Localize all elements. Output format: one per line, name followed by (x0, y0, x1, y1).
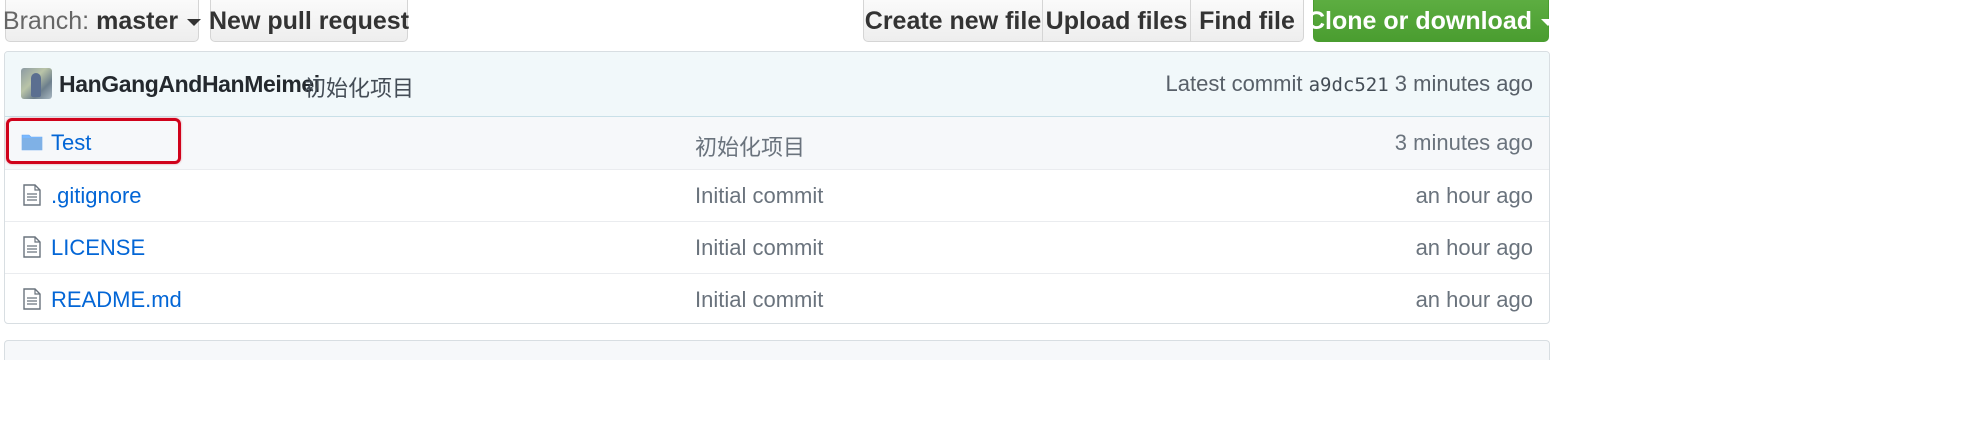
file-commit-message-link[interactable]: Initial commit (695, 235, 823, 261)
branch-select-button[interactable]: Branch: master (2, 0, 202, 42)
file-commit-age: an hour ago (1415, 235, 1533, 260)
file-commit-message-link[interactable]: 初始化项目 (695, 130, 805, 162)
chevron-down-icon (187, 19, 202, 26)
clone-or-download-label: Clone or download (1307, 6, 1532, 35)
file-row-readme[interactable]: README.md Initial commit an hour ago (5, 273, 1549, 323)
find-file-button[interactable]: Find file (1190, 0, 1304, 42)
file-text-icon (23, 288, 41, 310)
upload-files-label: Upload files (1045, 6, 1188, 35)
create-new-file-label: Create new file (864, 6, 1042, 35)
avatar[interactable] (21, 68, 52, 99)
file-navigation-table: HanGangAndHanMeimei 初始化项目 Latest commit … (4, 51, 1550, 324)
branch-name: master (96, 6, 179, 35)
repo-toolbar: Branch: master New pull request Create n… (0, 0, 1986, 44)
avatar-figure (31, 73, 41, 97)
latest-commit-label: Latest commit (1165, 71, 1303, 96)
upload-files-button[interactable]: Upload files (1042, 0, 1191, 42)
file-name-link[interactable]: LICENSE (51, 235, 145, 261)
file-name-link[interactable]: README.md (51, 287, 182, 313)
find-file-label: Find file (1199, 6, 1295, 35)
file-commit-age: 3 minutes ago (1394, 130, 1533, 155)
chevron-down-icon (1541, 19, 1555, 26)
readme-panel-edge (4, 340, 1550, 360)
file-row-test[interactable]: Test 初始化项目 3 minutes ago (5, 117, 1549, 169)
new-pull-request-button[interactable]: New pull request (208, 0, 410, 42)
clone-or-download-button[interactable]: Clone or download (1307, 0, 1555, 42)
commit-sha-link[interactable]: a9dc521 (1309, 74, 1389, 96)
branch-prefix-label: Branch: (2, 6, 90, 35)
highlight-annotation-box (6, 118, 181, 164)
new-pull-request-label: New pull request (208, 6, 410, 35)
file-text-icon (23, 184, 41, 206)
file-commit-message-link[interactable]: Initial commit (695, 287, 823, 313)
file-row-gitignore[interactable]: .gitignore Initial commit an hour ago (5, 169, 1549, 221)
file-row-license[interactable]: LICENSE Initial commit an hour ago (5, 221, 1549, 273)
latest-commit-bar: HanGangAndHanMeimei 初始化项目 Latest commit … (5, 52, 1549, 117)
file-text-icon (23, 236, 41, 258)
file-commit-age: an hour ago (1415, 183, 1533, 208)
create-new-file-button[interactable]: Create new file (863, 0, 1043, 42)
commit-meta: Latest commit a9dc521 3 minutes ago (1166, 71, 1533, 97)
commit-age: 3 minutes ago (1394, 71, 1533, 96)
file-commit-age: an hour ago (1415, 287, 1533, 312)
commit-message-link[interactable]: 初始化项目 (304, 71, 414, 103)
file-name-link[interactable]: .gitignore (51, 183, 142, 209)
file-commit-message-link[interactable]: Initial commit (695, 183, 823, 209)
commit-author-link[interactable]: HanGangAndHanMeimei (59, 71, 320, 98)
